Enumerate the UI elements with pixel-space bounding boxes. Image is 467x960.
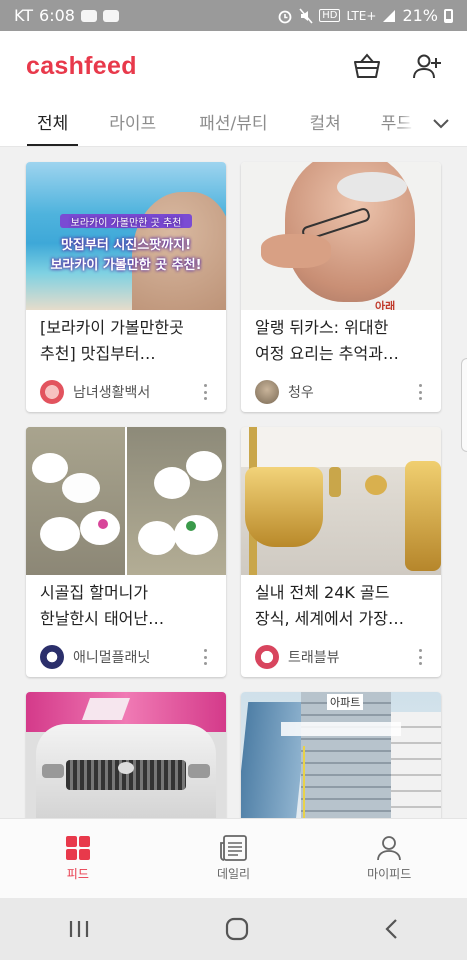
card-source: 애니멀플래닛: [26, 637, 226, 677]
grid-icon: [65, 836, 90, 860]
tab-all[interactable]: 전체: [26, 101, 79, 146]
source-name: 남녀생활백서: [73, 385, 151, 401]
battery-percent: 21%: [402, 6, 438, 25]
hd-voice-icon: HD: [319, 9, 341, 22]
app-logo: cashfeed: [26, 51, 137, 80]
tab-culture[interactable]: 컬쳐: [310, 101, 341, 146]
nav-feed[interactable]: 피드: [0, 819, 156, 898]
card-thumbnail: 아파트: [241, 692, 441, 818]
card-title: 알랭 뒤카스: 위대한 여정 요리는 추억과…: [241, 310, 441, 372]
person-icon: [377, 836, 402, 861]
edge-panel-handle[interactable]: [461, 358, 467, 452]
feed-card[interactable]: 실내 전체 24K 골드 장식, 세계에서 가장… 트래블뷰: [241, 427, 441, 677]
card-title-line1: 알랭 뒤카스: 위대한: [255, 318, 389, 337]
card-source: 트래블뷰: [241, 637, 441, 677]
card-title-line2: 추천] 맛집부터…: [40, 344, 156, 363]
nav-daily-label: 데일리: [216, 867, 251, 881]
thumbnail-caption: 아래: [375, 300, 396, 310]
tab-food[interactable]: 푸드: [381, 101, 412, 146]
feed-card[interactable]: 아파트: [241, 692, 441, 818]
thumbnail-caption-small: 보라카이 가볼만한 곳 추천: [70, 218, 182, 229]
battery-icon: [444, 8, 453, 23]
feed-card[interactable]: 보라카이 가볼만한 곳 추천 맛집부터 시진스팟까지! 보라카이 가볼만한 곳 …: [26, 162, 226, 412]
carrier-label: KT: [14, 6, 34, 25]
network-label: LTE+: [346, 8, 377, 23]
card-title-line1: 시골집 할머니가: [40, 583, 149, 602]
card-title: 시골집 할머니가 한날한시 태어난…: [26, 575, 226, 637]
card-thumbnail: [241, 427, 441, 575]
news-icon: [219, 835, 247, 861]
feed-grid: 보라카이 가볼만한 곳 추천 맛집부터 시진스팟까지! 보라카이 가볼만한 곳 …: [0, 147, 467, 818]
recent-apps-icon[interactable]: [68, 919, 90, 939]
card-title-line2: 장식, 세계에서 가장…: [255, 609, 405, 628]
card-title-line1: [보라카이 가볼만한곳: [40, 318, 184, 337]
source-avatar: [255, 380, 279, 404]
thumbnail-caption-line1: 맛집부터 시진스팟까지!: [60, 238, 192, 253]
app-bar: cashfeed: [0, 31, 467, 101]
thumbnail-caption: 아파트: [327, 694, 364, 710]
more-options-icon[interactable]: [198, 647, 212, 667]
tabs-expand-button[interactable]: [415, 101, 467, 146]
card-title: [보라카이 가볼만한곳 추천] 맛집부터…: [26, 310, 226, 372]
card-title-line2: 여정 요리는 추억과…: [255, 344, 399, 363]
feed-card[interactable]: [26, 692, 226, 818]
home-icon[interactable]: [225, 917, 249, 941]
alarm-icon: [278, 10, 292, 23]
source-name: 애니멀플래닛: [73, 650, 151, 666]
chevron-down-icon: [433, 118, 449, 128]
card-thumbnail: [26, 692, 226, 818]
signal-icon: [383, 9, 396, 22]
thumbnail-caption-line2: 보라카이 가볼만한 곳 추천!: [50, 258, 202, 273]
nav-myfeed-label: 마이피드: [367, 867, 412, 881]
mute-icon: [299, 7, 313, 24]
source-name: 트래블뷰: [288, 650, 340, 666]
card-thumbnail: 아래: [241, 162, 441, 310]
card-thumbnail: 보라카이 가볼만한 곳 추천 맛집부터 시진스팟까지! 보라카이 가볼만한 곳 …: [26, 162, 226, 310]
more-options-icon[interactable]: [413, 382, 427, 402]
card-source: 청우: [241, 372, 441, 412]
system-navigation-bar: [0, 898, 467, 960]
nav-daily[interactable]: 데일리: [156, 819, 312, 898]
feed-card[interactable]: 아래 알랭 뒤카스: 위대한 여정 요리는 추억과… 청우: [241, 162, 441, 412]
talk-notification-icon: [80, 9, 97, 22]
more-options-icon[interactable]: [413, 647, 427, 667]
feed-card[interactable]: 시골집 할머니가 한날한시 태어난… 애니멀플래닛: [26, 427, 226, 677]
bottom-navigation: 피드 데일리 마이피드: [0, 818, 467, 898]
category-tabs: 전체 라이프 패션/뷰티 컬쳐 푸드: [0, 101, 467, 147]
card-thumbnail: [26, 427, 226, 575]
nav-feed-label: 피드: [66, 867, 89, 881]
tab-fashion-beauty[interactable]: 패션/뷰티: [199, 101, 267, 146]
status-bar: KT 6:08 HD LTE+ 21%: [0, 0, 467, 31]
card-source: 남녀생활백서: [26, 372, 226, 412]
add-friend-icon[interactable]: [413, 53, 441, 79]
source-avatar: [40, 645, 64, 669]
source-name: 청우: [288, 385, 314, 401]
source-avatar: [255, 645, 279, 669]
card-title-line1: 실내 전체 24K 골드: [255, 583, 390, 602]
shop-basket-icon[interactable]: [353, 53, 381, 79]
back-icon[interactable]: [384, 918, 400, 940]
card-title-line2: 한날한시 태어난…: [40, 609, 165, 628]
nav-myfeed[interactable]: 마이피드: [311, 819, 467, 898]
blog-notification-icon: [102, 9, 119, 22]
tab-life[interactable]: 라이프: [109, 101, 156, 146]
source-avatar: [40, 380, 64, 404]
clock: 6:08: [39, 6, 75, 25]
card-title: 실내 전체 24K 골드 장식, 세계에서 가장…: [241, 575, 441, 637]
more-options-icon[interactable]: [198, 382, 212, 402]
